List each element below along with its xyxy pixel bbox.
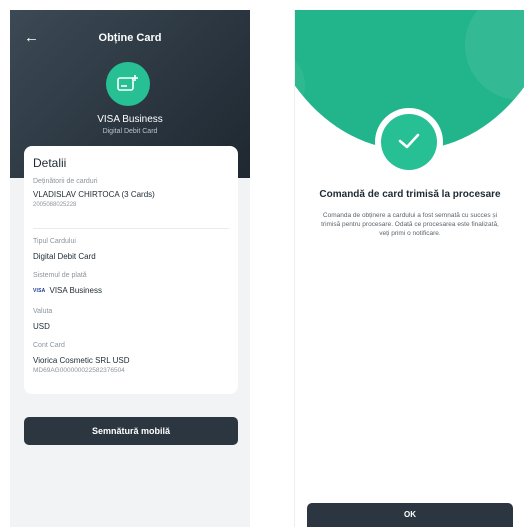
mobile-signature-button[interactable]: Semnătură mobilă [24, 417, 238, 445]
currency-value: USD [33, 322, 50, 331]
account-value: Viorica Cosmetic SRL USD [33, 356, 130, 365]
header-decoration [465, 10, 524, 100]
details-card: Detalii Deținătorii de carduri VLADISLAV… [24, 146, 238, 394]
holder-label: Deținătorii de carduri [33, 178, 98, 185]
currency-label: Valuta [33, 308, 53, 315]
success-screen: Comandă de card trimisă la procesare Com… [294, 10, 524, 527]
payment-system-value: VISA Business [49, 286, 102, 295]
card-add-icon [106, 62, 150, 106]
header-decoration [295, 50, 305, 120]
holder-id: 2005088025228 [33, 202, 77, 208]
card-type-name: VISA Business [97, 114, 163, 125]
payment-system-value-row: VISA VISA Business [33, 286, 102, 295]
divider [33, 228, 229, 229]
page-title: Obține Card [98, 32, 162, 44]
details-title: Detalii [33, 156, 67, 170]
holder-value: VLADISLAV CHIRTOCA (3 Cards) [33, 190, 155, 199]
ok-button[interactable]: OK [307, 503, 513, 527]
card-request-screen: ← Obține Card VISA Business Digital Debi… [10, 10, 250, 527]
payment-system-label: Sistemul de plată [33, 272, 87, 279]
success-badge [375, 108, 443, 176]
visa-logo-icon: VISA [33, 288, 46, 294]
card-type-label: Tipul Cardului [33, 238, 76, 245]
account-iban: MD69AG000000022582376504 [33, 367, 125, 374]
card-type-value: Digital Debit Card [33, 252, 96, 261]
success-message: Comanda de obținere a cardului a fost se… [321, 212, 499, 237]
card-type-subtitle: Digital Debit Card [102, 128, 158, 135]
success-title: Comandă de card trimisă la procesare [319, 189, 501, 200]
account-label: Cont Card [33, 342, 65, 349]
checkmark-icon [381, 114, 437, 170]
